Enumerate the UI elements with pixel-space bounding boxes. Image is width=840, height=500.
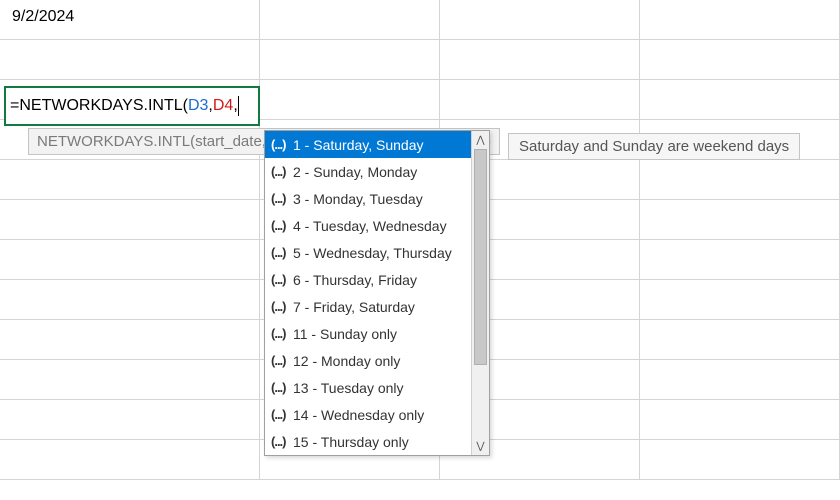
dropdown-option[interactable]: (...)1 - Saturday, Sunday bbox=[265, 131, 471, 158]
dropdown-option[interactable]: (...)4 - Tuesday, Wednesday bbox=[265, 212, 471, 239]
tooltip-arg[interactable]: start_date bbox=[195, 133, 262, 150]
dropdown-option-label: 3 - Monday, Tuesday bbox=[293, 191, 423, 207]
cell[interactable] bbox=[640, 360, 840, 399]
formula-function-name: NETWORKDAYS.INTL bbox=[19, 97, 182, 115]
dropdown-option-label: 6 - Thursday, Friday bbox=[293, 272, 417, 288]
enum-icon: (...) bbox=[271, 272, 293, 287]
cell[interactable] bbox=[0, 40, 260, 79]
cell[interactable] bbox=[260, 0, 440, 39]
tooltip-func-name: NETWORKDAYS.INTL bbox=[37, 133, 190, 150]
formula-ref-d3: D3 bbox=[188, 97, 208, 115]
dropdown-option-label: 1 - Saturday, Sunday bbox=[293, 137, 423, 153]
scroll-down-arrow-icon[interactable]: ⋁ bbox=[472, 437, 489, 455]
cell[interactable] bbox=[0, 400, 260, 439]
enum-icon: (...) bbox=[271, 164, 293, 179]
cell[interactable] bbox=[640, 280, 840, 319]
cell[interactable] bbox=[0, 280, 260, 319]
enum-icon: (...) bbox=[271, 407, 293, 422]
cell[interactable] bbox=[640, 240, 840, 279]
enum-icon: (...) bbox=[271, 353, 293, 368]
formula-equals: = bbox=[10, 97, 19, 115]
dropdown-option-label: 15 - Thursday only bbox=[293, 434, 409, 450]
cell[interactable] bbox=[640, 0, 840, 39]
text-cursor bbox=[238, 96, 239, 116]
cell[interactable] bbox=[440, 80, 640, 119]
dropdown-option[interactable]: (...)7 - Friday, Saturday bbox=[265, 293, 471, 320]
dropdown-option[interactable]: (...)13 - Tuesday only bbox=[265, 374, 471, 401]
dropdown-scrollbar[interactable]: ⋀ ⋁ bbox=[471, 131, 489, 455]
dropdown-option[interactable]: (...)12 - Monday only bbox=[265, 347, 471, 374]
formula-ref-d4: D4 bbox=[213, 97, 233, 115]
cell[interactable] bbox=[0, 160, 260, 199]
cell[interactable] bbox=[0, 360, 260, 399]
enum-icon: (...) bbox=[271, 326, 293, 341]
cell[interactable] bbox=[0, 320, 260, 359]
dropdown-option-label: 13 - Tuesday only bbox=[293, 380, 404, 396]
dropdown-option-label: 5 - Wednesday, Thursday bbox=[293, 245, 452, 261]
cell[interactable] bbox=[640, 400, 840, 439]
cell[interactable] bbox=[260, 80, 440, 119]
dropdown-option-label: 2 - Sunday, Monday bbox=[293, 164, 417, 180]
cell[interactable] bbox=[440, 0, 640, 39]
dropdown-option[interactable]: (...)6 - Thursday, Friday bbox=[265, 266, 471, 293]
cell[interactable] bbox=[640, 40, 840, 79]
cell[interactable] bbox=[640, 80, 840, 119]
cell[interactable] bbox=[640, 160, 840, 199]
date-cell[interactable]: 9/2/2024 bbox=[0, 0, 260, 39]
enum-icon: (...) bbox=[271, 434, 293, 449]
cell[interactable] bbox=[640, 320, 840, 359]
dropdown-option[interactable]: (...)2 - Sunday, Monday bbox=[265, 158, 471, 185]
dropdown-option-label: 11 - Sunday only bbox=[293, 326, 397, 342]
formula-input-cell[interactable]: =NETWORKDAYS.INTL(D3,D4, bbox=[4, 86, 260, 126]
dropdown-option-label: 4 - Tuesday, Wednesday bbox=[293, 218, 447, 234]
cell[interactable] bbox=[0, 440, 260, 479]
dropdown-option[interactable]: (...)14 - Wednesday only bbox=[265, 401, 471, 428]
dropdown-option[interactable]: (...)5 - Wednesday, Thursday bbox=[265, 239, 471, 266]
cell[interactable] bbox=[0, 240, 260, 279]
cell[interactable] bbox=[440, 40, 640, 79]
enum-icon: (...) bbox=[271, 137, 293, 152]
dropdown-option-label: 12 - Monday only bbox=[293, 353, 400, 369]
cell[interactable] bbox=[640, 200, 840, 239]
enum-icon: (...) bbox=[271, 299, 293, 314]
enum-icon: (...) bbox=[271, 218, 293, 233]
enum-icon: (...) bbox=[271, 245, 293, 260]
dropdown-option[interactable]: (...)15 - Thursday only bbox=[265, 428, 471, 455]
enum-icon: (...) bbox=[271, 191, 293, 206]
cell[interactable] bbox=[640, 440, 840, 479]
dropdown-option[interactable]: (...)11 - Sunday only bbox=[265, 320, 471, 347]
dropdown-option-label: 7 - Friday, Saturday bbox=[293, 299, 415, 315]
enum-icon: (...) bbox=[271, 380, 293, 395]
option-description-tooltip: Saturday and Sunday are weekend days bbox=[508, 133, 800, 160]
scroll-up-arrow-icon[interactable]: ⋀ bbox=[472, 131, 489, 149]
dropdown-option[interactable]: (...)3 - Monday, Tuesday bbox=[265, 185, 471, 212]
cell[interactable] bbox=[0, 200, 260, 239]
cell[interactable] bbox=[260, 40, 440, 79]
dropdown-option-label: 14 - Wednesday only bbox=[293, 407, 424, 423]
scroll-thumb[interactable] bbox=[474, 149, 487, 365]
scroll-track[interactable] bbox=[472, 149, 489, 437]
weekend-options-dropdown: (...)1 - Saturday, Sunday(...)2 - Sunday… bbox=[264, 130, 490, 456]
